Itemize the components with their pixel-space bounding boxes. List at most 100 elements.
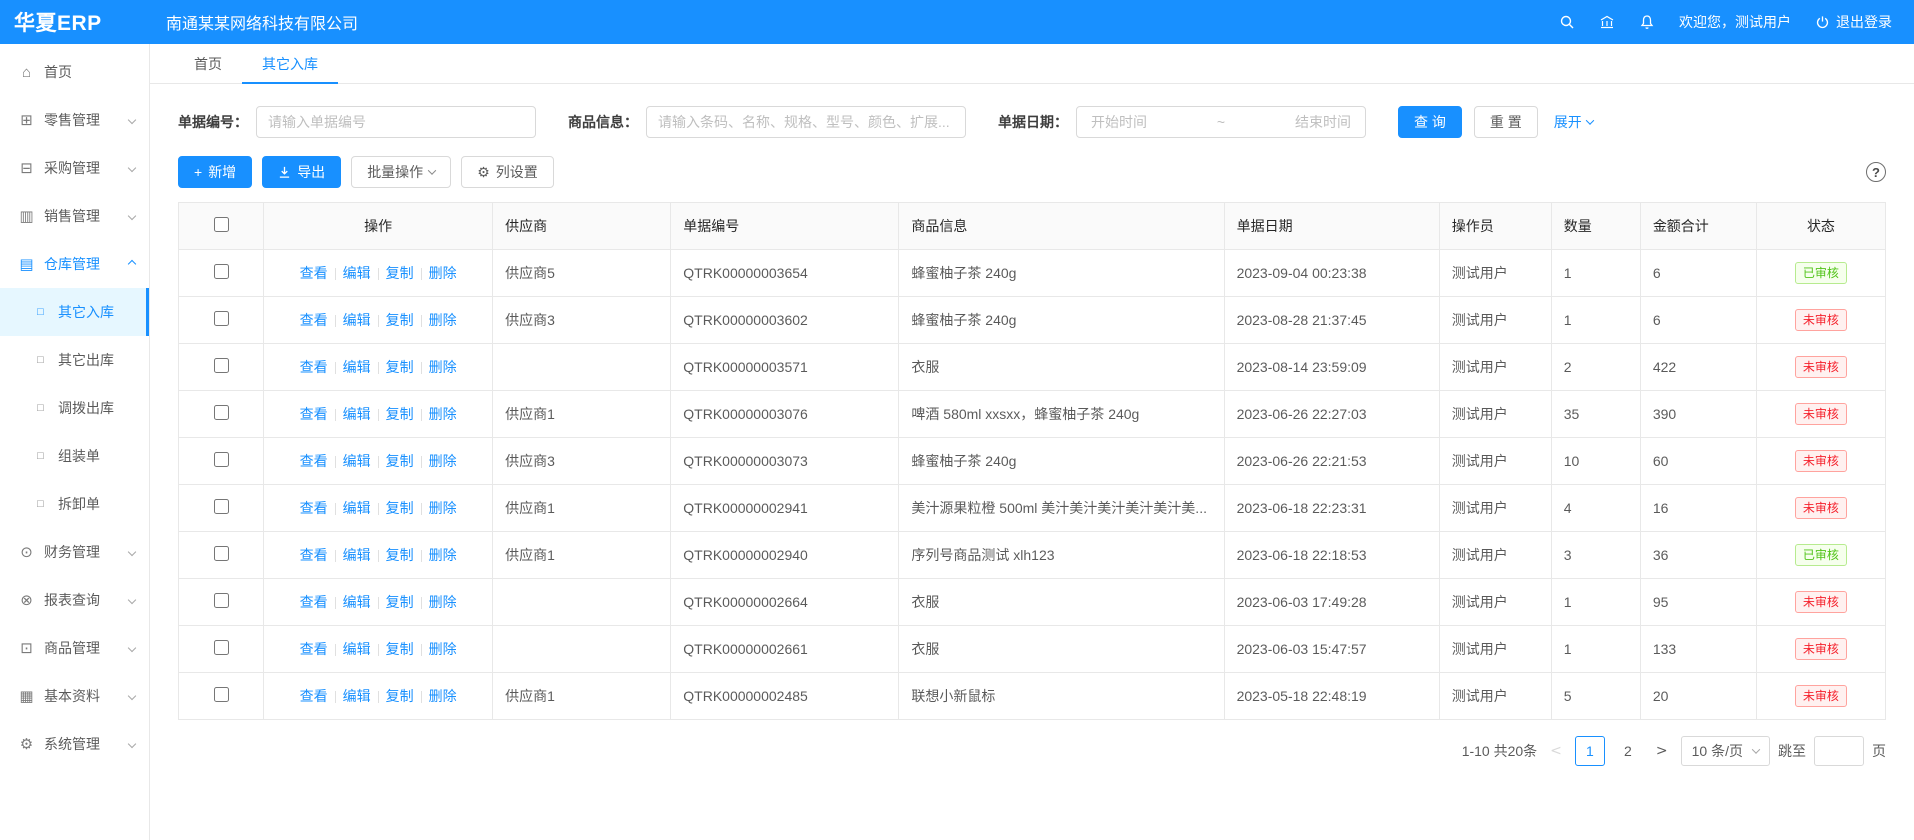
- reset-button[interactable]: 重 置: [1474, 106, 1538, 138]
- next-page-button[interactable]: >: [1651, 743, 1673, 759]
- prev-page-button[interactable]: <: [1545, 743, 1567, 759]
- page-button-1[interactable]: 1: [1575, 736, 1605, 766]
- operator-cell: 测试用户: [1439, 250, 1551, 297]
- page-size-select[interactable]: 10 条/页: [1681, 736, 1770, 766]
- page-button-2[interactable]: 2: [1613, 736, 1643, 766]
- goods-info-input[interactable]: [646, 106, 966, 138]
- delete-link[interactable]: 删除: [429, 359, 457, 375]
- tab-other-storage-in[interactable]: 其它入库: [242, 44, 338, 83]
- delete-link[interactable]: 删除: [429, 547, 457, 563]
- jump-page-input[interactable]: [1814, 736, 1864, 766]
- sidebar-subitem[interactable]: □其它入库: [0, 288, 149, 336]
- search-button[interactable]: 查 询: [1398, 106, 1462, 138]
- sidebar-subitem[interactable]: □拆卸单: [0, 480, 149, 528]
- batch-label: 批量操作: [367, 162, 423, 182]
- view-link[interactable]: 查看: [300, 641, 328, 657]
- sidebar-item-basic[interactable]: ▦基本资料: [0, 672, 149, 720]
- bell-icon[interactable]: [1639, 14, 1655, 30]
- date-range-picker[interactable]: 开始时间 ~ 结束时间: [1076, 106, 1366, 138]
- sidebar-item-warehouse[interactable]: ▤仓库管理: [0, 240, 149, 288]
- select-all-checkbox[interactable]: [214, 217, 229, 232]
- view-link[interactable]: 查看: [300, 453, 328, 469]
- delete-link[interactable]: 删除: [429, 312, 457, 328]
- sidebar-subitem[interactable]: □调拨出库: [0, 384, 149, 432]
- view-link[interactable]: 查看: [300, 500, 328, 516]
- sidebar-item-report[interactable]: ⊗报表查询: [0, 576, 149, 624]
- sidebar-subitem[interactable]: □组装单: [0, 432, 149, 480]
- tab-home[interactable]: 首页: [174, 44, 242, 83]
- edit-link[interactable]: 编辑: [343, 641, 371, 657]
- delete-link[interactable]: 删除: [429, 453, 457, 469]
- view-link[interactable]: 查看: [300, 312, 328, 328]
- copy-link[interactable]: 复制: [386, 312, 414, 328]
- edit-link[interactable]: 编辑: [343, 547, 371, 563]
- copy-link[interactable]: 复制: [386, 688, 414, 704]
- batch-actions-button[interactable]: 批量操作: [351, 156, 451, 188]
- delete-link[interactable]: 删除: [429, 500, 457, 516]
- logout-button[interactable]: 退出登录: [1815, 12, 1892, 32]
- edit-link[interactable]: 编辑: [343, 500, 371, 516]
- bank-icon[interactable]: [1599, 14, 1615, 30]
- column-settings-button[interactable]: ⚙ 列设置: [461, 156, 554, 188]
- view-link[interactable]: 查看: [300, 688, 328, 704]
- row-checkbox[interactable]: [214, 593, 229, 608]
- help-icon[interactable]: ?: [1866, 162, 1886, 182]
- goods-info-label: 商品信息：: [568, 112, 638, 132]
- copy-link[interactable]: 复制: [386, 265, 414, 281]
- row-checkbox[interactable]: [214, 640, 229, 655]
- copy-link[interactable]: 复制: [386, 359, 414, 375]
- delete-link[interactable]: 删除: [429, 641, 457, 657]
- view-link[interactable]: 查看: [300, 594, 328, 610]
- add-button[interactable]: + 新增: [178, 156, 252, 188]
- row-checkbox[interactable]: [214, 358, 229, 373]
- expand-link[interactable]: 展开: [1554, 112, 1593, 132]
- copy-link[interactable]: 复制: [386, 641, 414, 657]
- content: 首页 其它入库 单据编号： 商品信息： 单据日期： 开始时间 ~ 结束时间 查 …: [150, 44, 1914, 840]
- delete-link[interactable]: 删除: [429, 594, 457, 610]
- bill-no-input[interactable]: [256, 106, 536, 138]
- sidebar-item-label: 基本资料: [44, 686, 100, 706]
- operator-cell: 测试用户: [1439, 673, 1551, 720]
- search-icon[interactable]: [1559, 14, 1575, 30]
- export-button[interactable]: 导出: [262, 156, 341, 188]
- view-link[interactable]: 查看: [300, 406, 328, 422]
- sidebar-item-purchase[interactable]: ⊟采购管理: [0, 144, 149, 192]
- copy-link[interactable]: 复制: [386, 547, 414, 563]
- sidebar-item-system[interactable]: ⚙系统管理: [0, 720, 149, 768]
- sidebar-item-goods[interactable]: ⊡商品管理: [0, 624, 149, 672]
- sidebar-item-sales[interactable]: ▥销售管理: [0, 192, 149, 240]
- sidebar-item-finance[interactable]: ⊙财务管理: [0, 528, 149, 576]
- delete-link[interactable]: 删除: [429, 406, 457, 422]
- edit-link[interactable]: 编辑: [343, 359, 371, 375]
- goods-cell: 美汁源果粒橙 500ml 美汁美汁美汁美汁美汁美...: [899, 485, 1224, 532]
- jump-label: 跳至: [1778, 741, 1806, 761]
- edit-link[interactable]: 编辑: [343, 312, 371, 328]
- delete-link[interactable]: 删除: [429, 688, 457, 704]
- qty-cell: 3: [1551, 532, 1640, 579]
- sidebar-item-home[interactable]: ⌂首页: [0, 48, 149, 96]
- row-checkbox[interactable]: [214, 499, 229, 514]
- copy-link[interactable]: 复制: [386, 500, 414, 516]
- delete-link[interactable]: 删除: [429, 265, 457, 281]
- row-checkbox[interactable]: [214, 546, 229, 561]
- sidebar-item-retail[interactable]: ⊞零售管理: [0, 96, 149, 144]
- row-checkbox[interactable]: [214, 405, 229, 420]
- edit-link[interactable]: 编辑: [343, 265, 371, 281]
- edit-link[interactable]: 编辑: [343, 406, 371, 422]
- sidebar-subitem[interactable]: □其它出库: [0, 336, 149, 384]
- edit-link[interactable]: 编辑: [343, 453, 371, 469]
- sidebar: ⌂首页⊞零售管理⊟采购管理▥销售管理▤仓库管理□其它入库□其它出库□调拨出库□组…: [0, 44, 150, 840]
- edit-link[interactable]: 编辑: [343, 688, 371, 704]
- view-link[interactable]: 查看: [300, 547, 328, 563]
- row-checkbox[interactable]: [214, 311, 229, 326]
- tab-label: 首页: [194, 54, 222, 74]
- row-checkbox[interactable]: [214, 687, 229, 702]
- view-link[interactable]: 查看: [300, 359, 328, 375]
- row-checkbox[interactable]: [214, 452, 229, 467]
- row-checkbox[interactable]: [214, 264, 229, 279]
- copy-link[interactable]: 复制: [386, 594, 414, 610]
- edit-link[interactable]: 编辑: [343, 594, 371, 610]
- copy-link[interactable]: 复制: [386, 453, 414, 469]
- copy-link[interactable]: 复制: [386, 406, 414, 422]
- view-link[interactable]: 查看: [300, 265, 328, 281]
